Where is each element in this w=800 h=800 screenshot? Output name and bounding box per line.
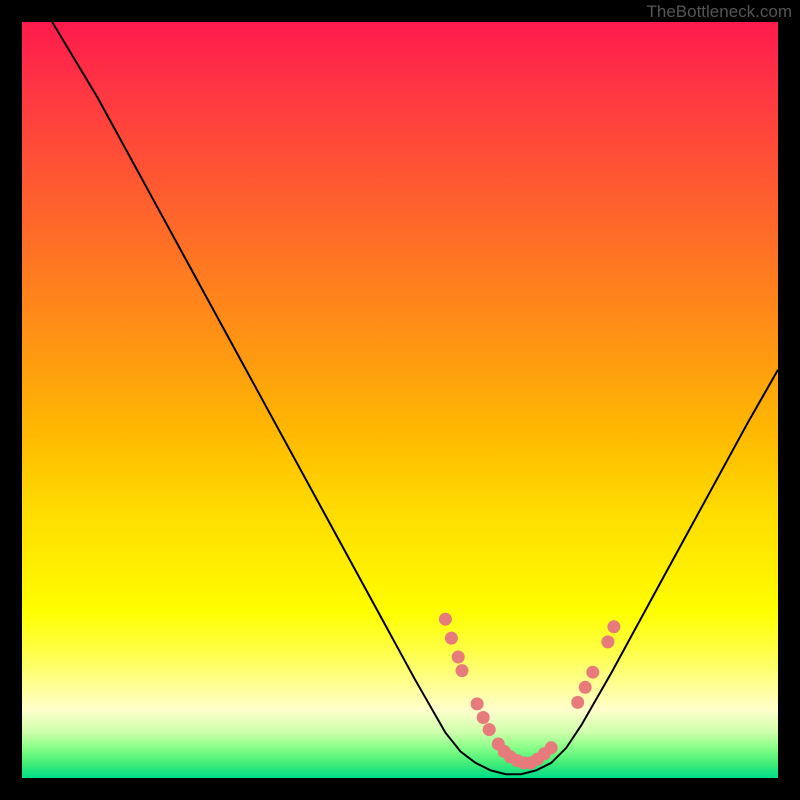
highlight-dot (477, 711, 490, 724)
highlight-dot (483, 723, 496, 736)
highlight-dot (445, 632, 458, 645)
highlight-dot (607, 620, 620, 633)
highlight-dot (471, 697, 484, 710)
highlight-dot (579, 681, 592, 694)
highlight-dot (571, 696, 584, 709)
highlight-dot (545, 741, 558, 754)
curve-overlay (22, 22, 778, 778)
highlight-dot (456, 664, 469, 677)
chart-container: TheBottleneck.com (0, 0, 800, 800)
highlight-dot (439, 613, 452, 626)
highlight-dot (601, 635, 614, 648)
watermark-text: TheBottleneck.com (646, 2, 792, 22)
highlight-dot (586, 666, 599, 679)
bottleneck-curve (52, 22, 778, 774)
highlight-dot (452, 651, 465, 664)
